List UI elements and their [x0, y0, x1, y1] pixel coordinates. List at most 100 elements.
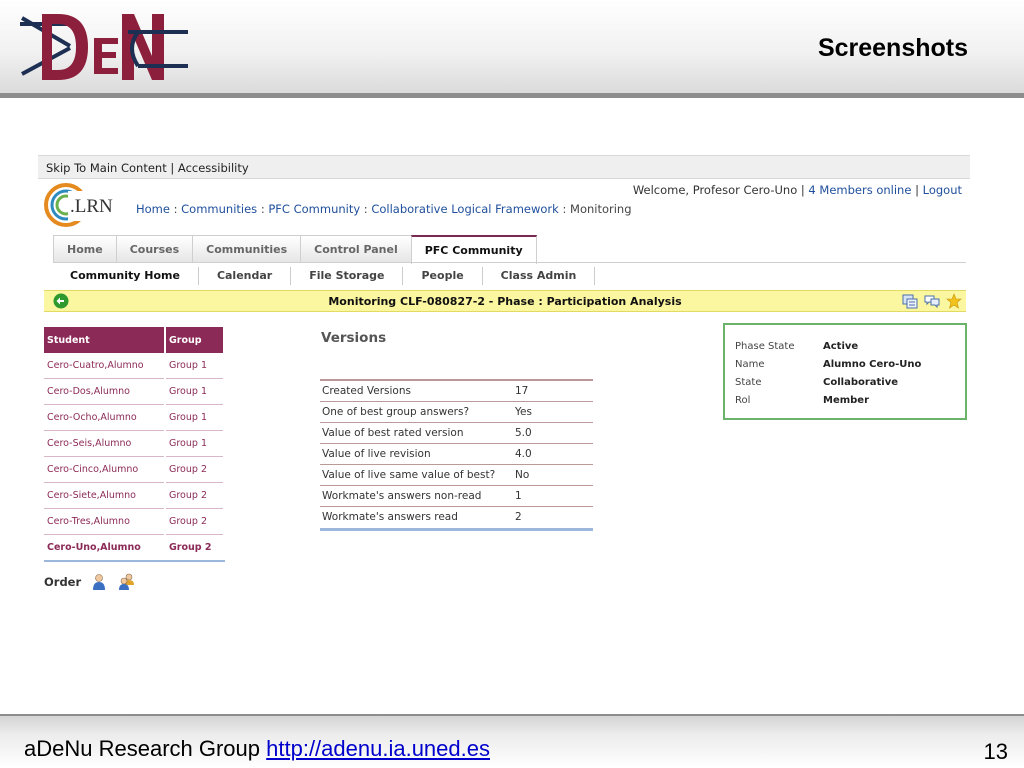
version-metric-label: Value of live same value of best? — [320, 464, 513, 486]
header-divider — [0, 93, 1024, 98]
tab-home[interactable]: Home — [53, 235, 117, 262]
student-name[interactable]: Cero-Dos,Alumno — [44, 378, 166, 405]
column-header-student[interactable]: Student — [44, 327, 166, 353]
status-bar-actions — [902, 293, 962, 309]
phase-field-label: Rol — [735, 394, 751, 406]
skip-to-main-link[interactable]: Skip To Main Content — [46, 161, 167, 175]
order-by-group-icon[interactable] — [118, 573, 136, 591]
version-metric-value: Yes — [513, 401, 593, 423]
student-name[interactable]: Cero-Seis,Alumno — [44, 430, 166, 457]
dotlrn-logo-text: .LRN — [70, 196, 113, 217]
phase-field-value: Alumno Cero-Uno — [823, 358, 922, 370]
order-label: Order — [44, 575, 82, 589]
student-name[interactable]: Cero-Uno,Alumno — [44, 534, 166, 562]
column-header-group[interactable]: Group — [165, 327, 225, 353]
star-icon[interactable] — [946, 293, 962, 309]
page-number: 13 — [983, 739, 1008, 764]
tab-courses[interactable]: Courses — [115, 235, 194, 262]
breadcrumb: Home : Communities : PFC Community : Col… — [136, 202, 632, 216]
table-row: Workmate's answers non-read 1 — [320, 485, 593, 507]
subtab-community-home[interactable]: Community Home — [52, 267, 199, 285]
tab-pfc-community[interactable]: PFC Community — [410, 235, 537, 264]
footer-credit: aDeNu Research Group http://adenu.ia.une… — [24, 736, 490, 762]
table-row[interactable]: Cero-Tres,Alumno Group 2 — [44, 508, 225, 535]
breadcrumb-current: Monitoring — [570, 202, 632, 216]
table-row[interactable]: Cero-Dos,Alumno Group 1 — [44, 378, 225, 405]
student-group: Group 1 — [165, 430, 225, 457]
version-metric-label: One of best group answers? — [320, 401, 513, 423]
versions-table: Created Versions 17 One of best group an… — [320, 379, 593, 527]
version-metric-value: 5.0 — [513, 422, 593, 444]
table-row[interactable]: Cero-Siete,Alumno Group 2 — [44, 482, 225, 509]
phase-field-label: Name — [735, 358, 765, 370]
phase-info-table: Phase State Active Name Alumno Cero-Uno … — [735, 337, 921, 409]
breadcrumb-pfc-community[interactable]: PFC Community — [268, 202, 360, 216]
table-row[interactable]: Cero-Cinco,Alumno Group 2 — [44, 456, 225, 483]
phase-field-label: Phase State — [735, 340, 795, 352]
comments-icon[interactable] — [924, 293, 940, 309]
student-group: Group 2 — [165, 482, 225, 509]
student-group: Group 1 — [165, 404, 225, 431]
copy-icon[interactable] — [902, 293, 918, 309]
subtab-calendar[interactable]: Calendar — [199, 267, 292, 285]
version-metric-label: Created Versions — [320, 379, 513, 402]
slide-title: Screenshots — [817, 34, 968, 62]
subtab-file-storage[interactable]: File Storage — [291, 267, 404, 285]
phase-field-label: State — [735, 376, 762, 388]
phase-field-value: Active — [823, 340, 859, 352]
version-metric-label: Value of best rated version — [320, 422, 513, 444]
students-table: Student Group Cero-Cuatro,Alumno Group 1… — [44, 327, 225, 562]
skip-links: Skip To Main Content | Accessibility — [46, 161, 249, 175]
phase-row: Rol Member — [735, 391, 921, 409]
version-metric-label: Value of live revision — [320, 443, 513, 465]
table-row[interactable]: Cero-Ocho,Alumno Group 1 — [44, 404, 225, 431]
app-screenshot: Skip To Main Content | Accessibility .LR… — [38, 155, 970, 605]
main-tabs: Home Courses Communities Control Panel P… — [53, 235, 537, 264]
subtab-class-admin[interactable]: Class Admin — [483, 267, 596, 285]
welcome-bar: Welcome, Profesor Cero-Uno | 4 Members o… — [632, 183, 962, 197]
status-bar: Monitoring CLF-080827-2 - Phase : Partic… — [44, 290, 966, 312]
dotlrn-logo: .LRN — [44, 183, 126, 227]
table-row[interactable]: Cero-Seis,Alumno Group 1 — [44, 430, 225, 457]
status-bar-title: Monitoring CLF-080827-2 - Phase : Partic… — [328, 295, 682, 308]
student-group: Group 2 — [165, 456, 225, 483]
subtab-people[interactable]: People — [403, 267, 483, 285]
footer-url-link[interactable]: http://adenu.ia.uned.es — [266, 736, 490, 761]
student-name[interactable]: Cero-Tres,Alumno — [44, 508, 166, 535]
tab-communities[interactable]: Communities — [192, 235, 302, 262]
student-name[interactable]: Cero-Ocho,Alumno — [44, 404, 166, 431]
student-group: Group 2 — [165, 534, 225, 562]
table-row: Created Versions 17 — [320, 379, 593, 402]
welcome-text: Welcome, Profesor Cero-Uno — [632, 183, 798, 197]
order-by-student-icon[interactable] — [90, 573, 108, 591]
skip-separator: | — [170, 161, 175, 175]
sub-tabs: Community Home Calendar File Storage Peo… — [52, 267, 596, 285]
phase-row: Phase State Active — [735, 337, 921, 355]
logout-link[interactable]: Logout — [923, 183, 962, 197]
members-online-link[interactable]: 4 Members online — [808, 183, 911, 197]
skip-bar: Skip To Main Content | Accessibility — [38, 155, 970, 179]
order-controls — [90, 573, 136, 591]
breadcrumb-home[interactable]: Home — [136, 202, 170, 216]
tab-control-panel[interactable]: Control Panel — [300, 235, 412, 262]
table-row-current[interactable]: Cero-Uno,Alumno Group 2 — [44, 534, 225, 562]
student-group: Group 1 — [165, 353, 225, 379]
accessibility-link[interactable]: Accessibility — [178, 161, 249, 175]
version-metric-value: No — [513, 464, 593, 486]
adenu-logo — [20, 14, 188, 80]
version-metric-value: 1 — [513, 485, 593, 507]
version-metric-value: 4.0 — [513, 443, 593, 465]
breadcrumb-communities[interactable]: Communities — [181, 202, 257, 216]
phase-info-box: Phase State Active Name Alumno Cero-Uno … — [723, 323, 967, 420]
versions-table-footer-rule — [320, 528, 593, 531]
phase-row: State Collaborative — [735, 373, 921, 391]
student-name[interactable]: Cero-Cuatro,Alumno — [44, 353, 166, 379]
table-row[interactable]: Cero-Cuatro,Alumno Group 1 — [44, 353, 225, 379]
version-metric-label: Workmate's answers read — [320, 506, 513, 527]
phase-field-value: Member — [823, 394, 870, 406]
student-name[interactable]: Cero-Cinco,Alumno — [44, 456, 166, 483]
phase-field-value: Collaborative — [823, 376, 899, 388]
student-name[interactable]: Cero-Siete,Alumno — [44, 482, 166, 509]
breadcrumb-clf[interactable]: Collaborative Logical Framework — [371, 202, 558, 216]
version-metric-value: 17 — [513, 379, 593, 402]
